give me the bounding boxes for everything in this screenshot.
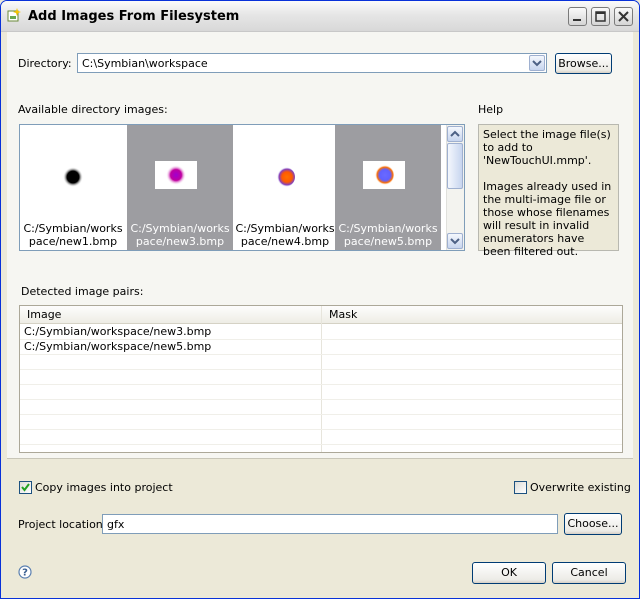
help-paragraph-2: Images already used in the multi-image f… — [483, 180, 612, 258]
table-row-empty — [20, 430, 622, 445]
directory-label: Directory: — [18, 57, 72, 70]
help-paragraph-1: Select the image file(s) to add to 'NewT… — [483, 128, 611, 167]
copy-images-checkbox[interactable] — [19, 481, 32, 494]
copy-images-label[interactable]: Copy images into project — [35, 481, 173, 494]
close-icon — [618, 11, 629, 22]
table-row-empty — [20, 385, 622, 400]
maximize-button[interactable] — [591, 7, 610, 26]
help-text-box: Select the image file(s) to add to 'NewT… — [478, 124, 619, 258]
minimize-button[interactable] — [568, 7, 587, 26]
table-row[interactable]: C:/Symbian/workspace/new5.bmp — [20, 340, 622, 355]
table-row-empty — [20, 415, 622, 430]
help-icon[interactable]: ? — [18, 565, 32, 579]
dialog-window: Add Images From Filesystem Directory: C:… — [0, 0, 640, 599]
table-row-empty — [20, 355, 622, 370]
add-image-icon — [7, 8, 21, 22]
image-thumbnail — [363, 161, 405, 189]
minimize-icon — [573, 19, 581, 21]
image-caption: C:/Symbian/works pace/new5.bmp — [338, 222, 438, 248]
close-button[interactable] — [614, 7, 633, 26]
image-caption: C:/Symbian/works pace/new3.bmp — [130, 222, 230, 248]
scroll-down-button[interactable] — [447, 233, 463, 249]
image-caption: C:/Symbian/works pace/new4.bmp — [235, 222, 335, 248]
maximize-icon — [595, 11, 606, 22]
chevron-up-icon — [450, 130, 460, 137]
window-title: Add Images From Filesystem — [28, 9, 240, 24]
directory-combo[interactable]: C:\Symbian\workspace — [77, 53, 547, 73]
scroll-up-button[interactable] — [447, 126, 463, 142]
chevron-down-icon — [450, 238, 460, 245]
image-item-new3[interactable]: C:/Symbian/works pace/new3.bmp — [127, 125, 233, 250]
image-caption: C:/Symbian/works pace/new1.bmp — [23, 222, 123, 248]
title-bar[interactable]: Add Images From Filesystem — [1, 1, 639, 32]
table-row[interactable]: C:/Symbian/workspace/new3.bmp — [20, 325, 622, 340]
overwrite-existing-checkbox[interactable] — [514, 481, 527, 494]
checkmark-icon — [21, 483, 30, 492]
project-location-input[interactable]: gfx — [102, 514, 558, 534]
overwrite-existing-label[interactable]: Overwrite existing — [530, 481, 631, 494]
project-location-label: Project location: — [18, 518, 107, 531]
table-row-empty — [20, 400, 622, 415]
detected-pairs-label: Detected image pairs: — [21, 285, 144, 298]
cancel-button[interactable]: Cancel — [552, 562, 626, 584]
scroll-thumb[interactable] — [447, 143, 463, 189]
image-item-new5[interactable]: C:/Symbian/works pace/new5.bmp — [335, 125, 441, 250]
svg-text:?: ? — [22, 568, 28, 579]
project-location-value: gfx — [107, 518, 125, 531]
table-row-empty — [20, 370, 622, 385]
column-header-mask[interactable]: Mask — [329, 308, 357, 321]
available-images-label: Available directory images: — [18, 103, 168, 116]
column-header-image[interactable]: Image — [27, 308, 61, 321]
row-image-cell: C:/Symbian/workspace/new3.bmp — [24, 325, 212, 338]
image-thumbnail — [155, 161, 197, 189]
browse-button[interactable]: Browse... — [555, 53, 612, 74]
chevron-down-icon — [532, 60, 542, 67]
image-thumbnail — [63, 167, 83, 187]
image-item-new1[interactable]: C:/Symbian/works pace/new1.bmp — [20, 125, 126, 250]
ok-button[interactable]: OK — [472, 562, 546, 584]
image-gallery[interactable]: C:/Symbian/works pace/new1.bmp C:/Symbian… — [19, 124, 465, 251]
directory-value[interactable]: C:\Symbian\workspace — [82, 57, 208, 70]
help-label: Help — [478, 103, 504, 116]
image-pairs-table[interactable]: Image Mask C:/Symbian/workspace/new3.bmp… — [19, 305, 623, 453]
dialog-body: Directory: C:\Symbian\workspace Browse..… — [1, 32, 639, 598]
gallery-scrollbar[interactable] — [446, 125, 464, 250]
image-thumbnail — [275, 167, 295, 187]
image-item-new4[interactable]: C:/Symbian/works pace/new4.bmp — [232, 125, 338, 250]
row-image-cell: C:/Symbian/workspace/new5.bmp — [24, 340, 212, 353]
directory-dropdown-button[interactable] — [529, 55, 545, 71]
choose-button[interactable]: Choose... — [564, 513, 622, 535]
